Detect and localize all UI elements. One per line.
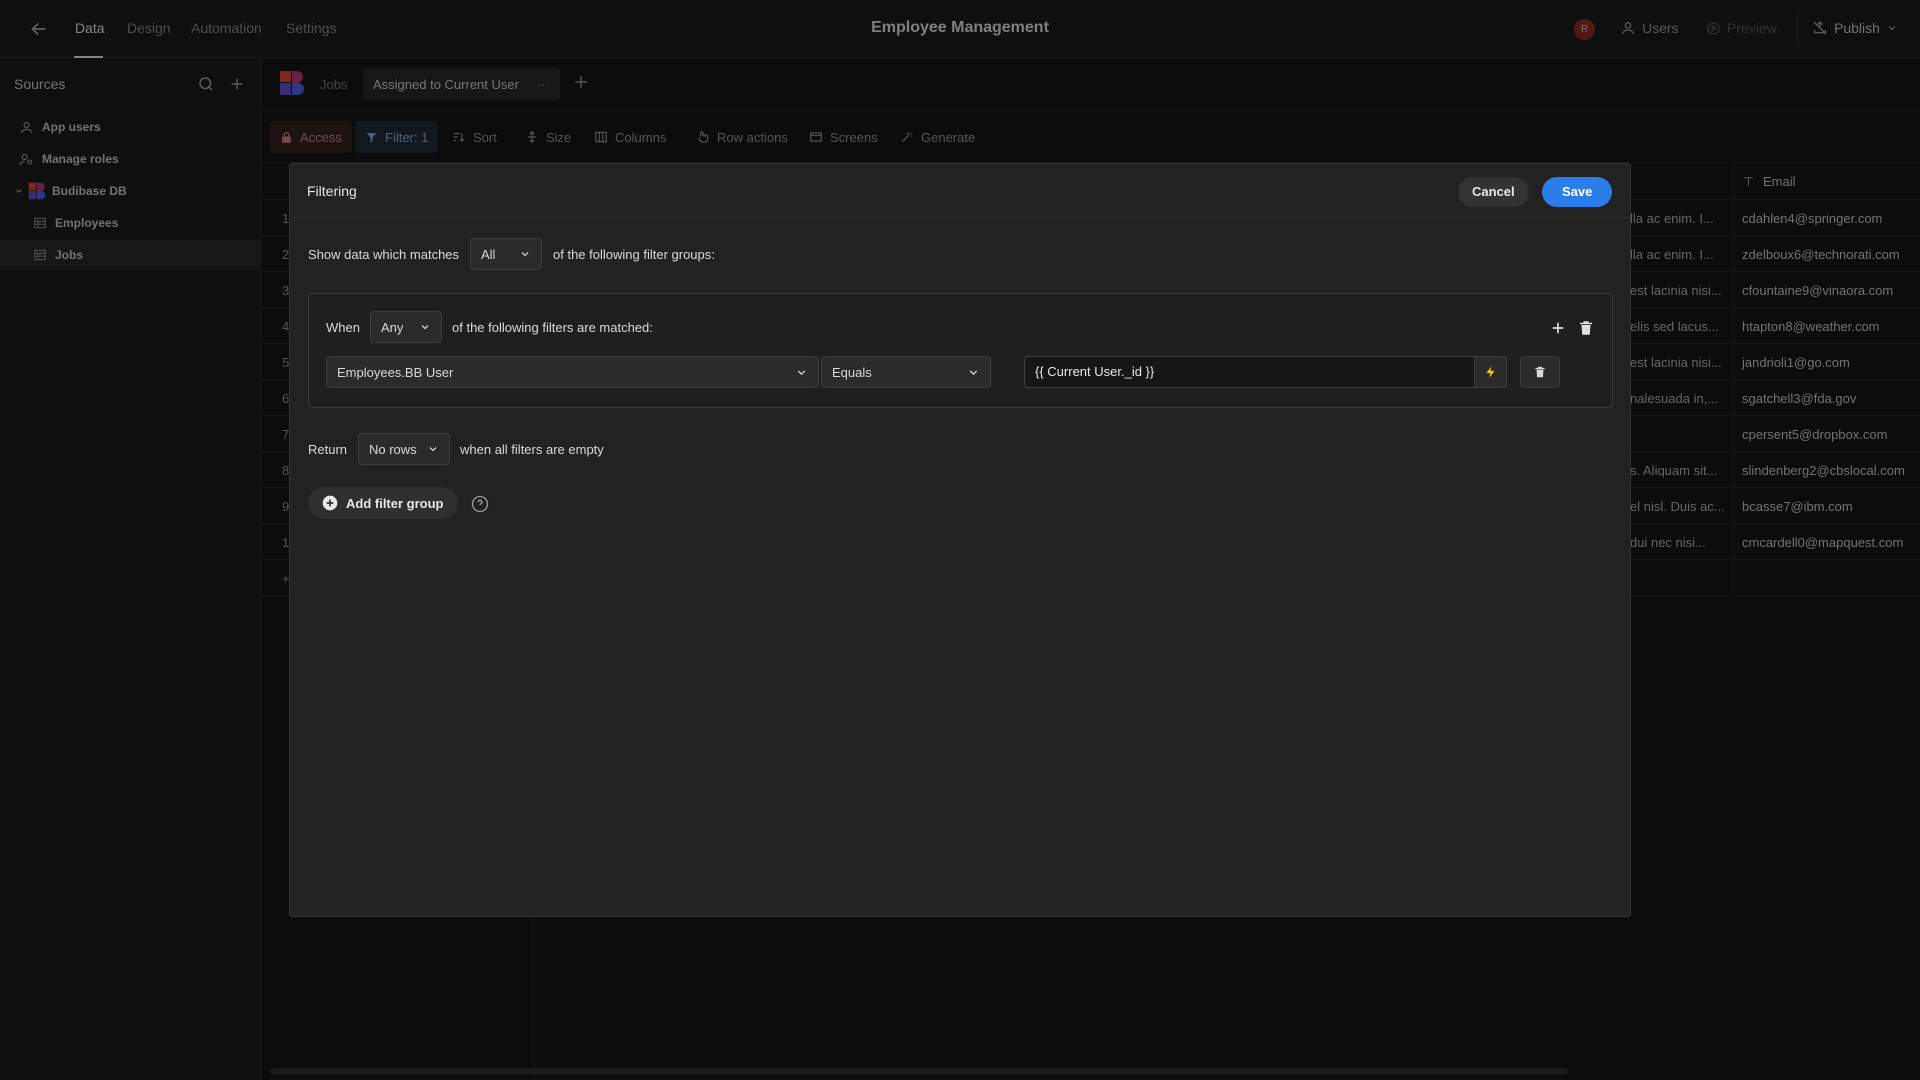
modal-title: Filtering [307,183,357,199]
chevron-down-icon [429,447,437,452]
return-value: No rows [369,441,417,457]
add-filter-icon[interactable] [1549,319,1567,337]
binding-button[interactable] [1474,356,1507,388]
when-label: When [326,320,360,335]
chevron-down-icon [421,325,429,330]
lightning-bolt-icon [1485,366,1494,378]
chevron-down-icon [521,252,529,257]
add-filter-group-button[interactable]: Add filter group [308,487,458,519]
trash-icon [1535,366,1545,378]
field-select[interactable]: Employees.BB User [326,356,819,388]
match-any-value: Any [381,319,404,335]
match-all-select[interactable]: All [470,238,542,270]
filter-groups-label: of the following filter groups: [553,247,715,262]
help-icon[interactable] [471,495,489,513]
plus-circle-icon [322,495,338,511]
modal-header: Filtering Cancel Save [290,164,1630,218]
match-all-value: All [481,246,496,262]
save-button[interactable]: Save [1542,177,1613,207]
operator-select[interactable]: Equals [821,356,991,388]
show-data-label: Show data which matches [308,247,460,262]
chevron-down-icon [797,369,806,375]
delete-group-icon[interactable] [1577,319,1595,337]
add-filter-group-label: Add filter group [346,495,444,511]
return-label: Return [308,442,348,457]
operator-value: Equals [832,364,872,380]
cancel-button[interactable]: Cancel [1458,177,1529,207]
field-value: Employees.BB User [337,364,454,380]
chevron-down-icon [969,369,978,375]
delete-filter-button[interactable] [1520,356,1560,388]
match-any-select[interactable]: Any [370,311,442,343]
filter-value-input[interactable]: {{ Current User._id }} [1024,356,1475,388]
filters-matched-label: of the following filters are matched: [452,320,653,335]
empty-filters-label: when all filters are empty [460,442,604,457]
filtering-modal: Filtering Cancel Save Show data which ma… [289,163,1631,917]
filter-group: When Any of the following filters are ma… [308,293,1613,408]
return-select[interactable]: No rows [358,433,450,465]
